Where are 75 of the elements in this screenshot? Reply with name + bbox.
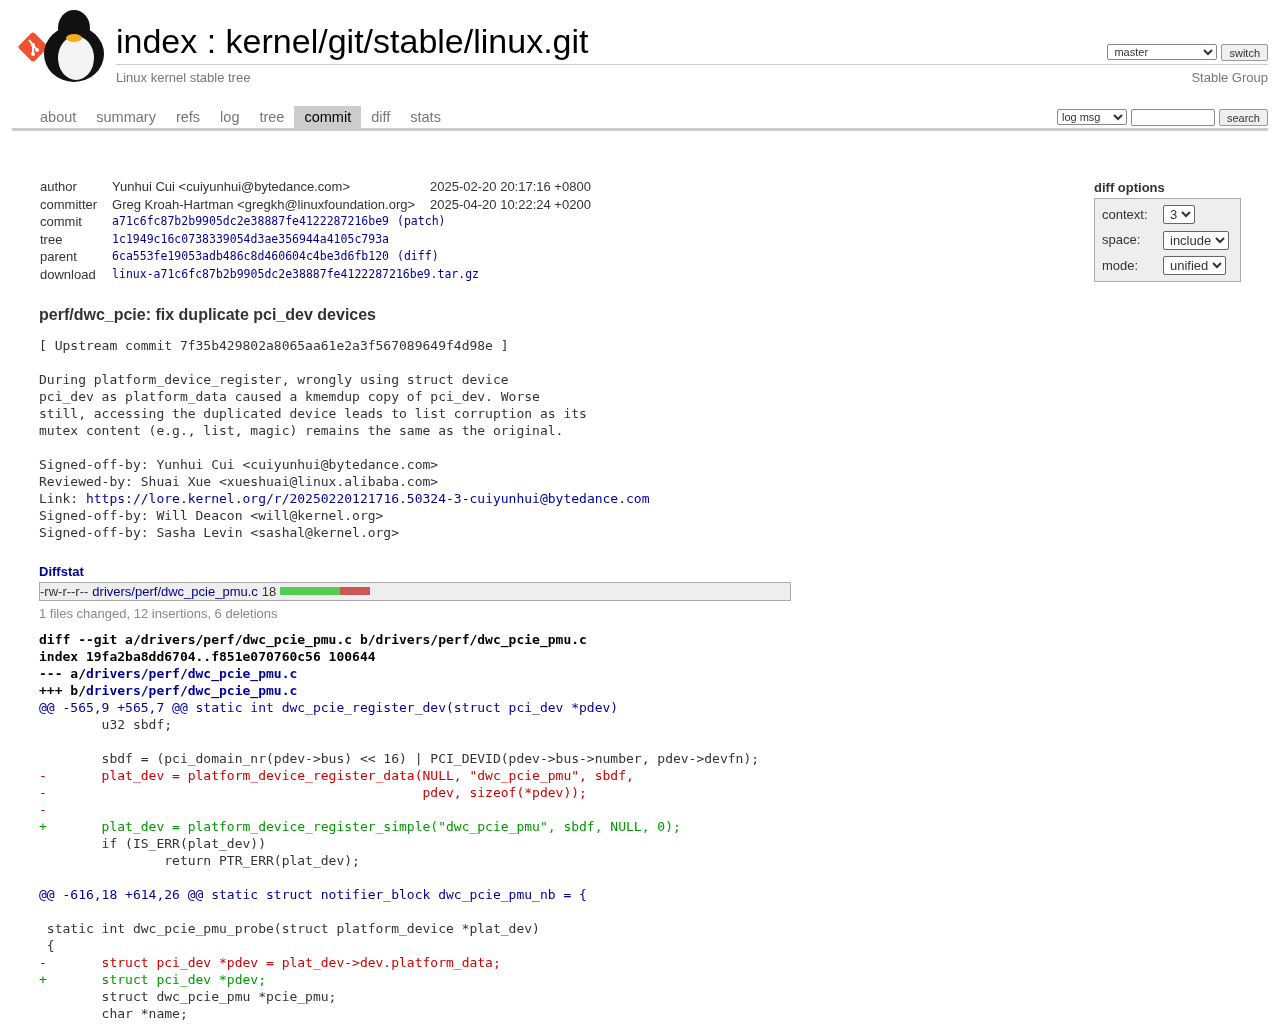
diff-file-link[interactable]: drivers/perf/dwc_pcie_pmu.c	[85, 666, 298, 682]
diff-line: {	[45, 937, 56, 955]
message-link[interactable]: https://lore.kernel.org/r/20250220121716.50324-3-cuiyunhui@bytedance.com	[85, 491, 650, 507]
nav-tab[interactable]: summary	[86, 105, 166, 129]
hash-link[interactable]: a71c6fc87b2b9905dc2e38887fe4122287216be9	[112, 214, 389, 229]
info-date: 2025-02-20 20:17:16 +0800	[430, 178, 591, 196]
diff-line: sbdf = (pci_domain_nr(pdev->bus) << 16) | PCI_DEVID(pdev->bus->number, pdev->devfn);	[100, 750, 761, 768]
info-date: 2025-04-20 10:22:24 +0200	[430, 195, 591, 214]
option-select[interactable]: 3	[1163, 205, 1195, 224]
info-label: commit	[40, 213, 113, 231]
diff-line: @@ -616,18 +614,26 @@ static struct notifier_block dwc_pcie_pmu_nb = {	[39, 886, 588, 904]
option-label: space:	[1102, 231, 1142, 250]
diff-line: u32 sbdf;	[100, 716, 174, 734]
diff-file-link[interactable]: drivers/perf/dwc_pcie_pmu.c	[85, 683, 298, 699]
info-label: download	[40, 265, 113, 284]
diff-line: + struct pci_dev *pdev;	[39, 971, 267, 989]
option-select[interactable]: unified	[1163, 256, 1226, 275]
info-label: parent	[40, 248, 113, 266]
option-label: mode:	[1102, 256, 1140, 275]
diff-line: char *name;	[100, 1005, 189, 1023]
nav-tab[interactable]: about	[30, 105, 87, 129]
message-text: Signed-off-by: Sasha Levin <sashal@kernel.org>	[39, 524, 401, 542]
nav-tab[interactable]: commit	[294, 105, 362, 129]
search-button[interactable]: search	[1218, 109, 1268, 127]
repo-owner: Stable Group	[1191, 69, 1268, 87]
file-mode: -rw-r--r--	[40, 582, 89, 601]
info-value: Yunhui Cui <cuiyunhui@bytedance.com>	[112, 178, 431, 196]
diff-line: - plat_dev = platform_device_register_data(NULL, "dwc_pcie_pmu", sbdf,	[39, 767, 635, 785]
repo-description: Linux kernel stable tree	[116, 69, 251, 87]
hash-link[interactable]: 1c1949c16c0738339054d3ae356944a4105c793a	[112, 231, 389, 246]
diff-line: return PTR_ERR(plat_dev);	[163, 852, 361, 870]
commit-subject: perf/dwc_pcie: fix duplicate pci_dev devices	[39, 305, 377, 326]
message-text: [ Upstream commit 7f35b429802a8065aa61e2a3f567089649f4d98e ]	[39, 337, 510, 355]
message-text: During platform_device_register, wrongly using struct device pci_dev as platform_data caused a kmemdup copy of pci_dev. Worse still, accessing the duplicated device leads to list corruption as its mutex content (e.g., list, magic) remains the same as the original.	[39, 371, 588, 440]
search-scope-select[interactable]: log msg	[1056, 109, 1127, 126]
diff-file-prefix: --- a/	[39, 666, 86, 682]
info-label: tree	[40, 230, 64, 249]
hash-link[interactable]: 6ca553fe19053adb486c8d460604c4be3d6fb120	[112, 249, 389, 264]
nav-tab[interactable]: refs	[165, 105, 211, 129]
diff-line: index 19fa2ba8dd6704..f851e070760c56 100644	[39, 648, 377, 666]
option-select[interactable]: include	[1163, 230, 1229, 250]
switch-button[interactable]: switch	[1221, 44, 1268, 61]
option-label: context:	[1102, 205, 1149, 224]
diff-line: -	[39, 801, 48, 819]
diff-line: - struct pci_dev *pdev = plat_dev->dev.platform_data;	[39, 954, 502, 972]
diff-line: struct dwc_pcie_pmu *pcie_pmu;	[100, 988, 338, 1006]
diff-line: - pdev, sizeof(*pdev));	[39, 784, 588, 802]
diff-options-title: diff options	[1094, 179, 1166, 198]
diff-line: static int dwc_pcie_pmu_probe(struct platform_device *plat_dev)	[45, 920, 541, 938]
diffstat-summary: 1 files changed, 12 insertions, 6 deletions	[39, 604, 279, 623]
message-text: Signed-off-by: Yunhui Cui <cuiyunhui@bytedance.com>	[39, 456, 440, 474]
branch-select[interactable]: master	[1107, 44, 1218, 60]
diff-line: + plat_dev = platform_device_register_simple("dwc_pcie_pmu", sbdf, NULL, 0);	[39, 818, 682, 836]
diffstat-title: Diffstat	[39, 563, 85, 582]
extra-link[interactable]: (patch)	[397, 214, 446, 229]
diff-line: diff --git a/drivers/perf/dwc_pcie_pmu.c b/drivers/perf/dwc_pcie_pmu.c	[39, 631, 588, 649]
change-count: 18	[261, 582, 277, 601]
diff-line: if (IS_ERR(plat_dev))	[100, 835, 267, 853]
file-link[interactable]: drivers/perf/dwc_pcie_pmu.c	[92, 581, 258, 601]
diff-file-prefix: +++ b/	[39, 683, 86, 699]
nav-tab[interactable]: diff	[361, 105, 401, 129]
nav-tab[interactable]: stats	[400, 105, 451, 129]
message-text: Reviewed-by: Shuai Xue <xueshuai@linux.alibaba.com>	[39, 473, 440, 491]
diff-line: @@ -565,9 +565,7 @@ static int dwc_pcie_register_dev(struct pci_dev *pdev)	[39, 699, 620, 717]
repo-title: index : kernel/git/stable/linux.git	[116, 24, 589, 62]
info-label: committer	[40, 195, 113, 214]
message-line: Link: https://lore.kernel.org/r/20250220121716.50324-3-cuiyunhui@bytedance.com	[39, 490, 651, 508]
nav-tab[interactable]: log	[210, 105, 250, 129]
search-field[interactable]	[1130, 109, 1215, 127]
hash-link[interactable]: linux-a71c6fc87b2b9905dc2e38887fe4122287216be9.tar.gz	[112, 266, 479, 281]
nav-tab[interactable]: tree	[249, 105, 295, 129]
info-value: Greg Kroah-Hartman <gregkh@linuxfoundation.org>	[112, 195, 431, 214]
message-text: Signed-off-by: Will Deacon <will@kernel.org>	[39, 507, 385, 525]
extra-link[interactable]: (diff)	[397, 249, 439, 264]
info-label: author	[40, 178, 113, 196]
